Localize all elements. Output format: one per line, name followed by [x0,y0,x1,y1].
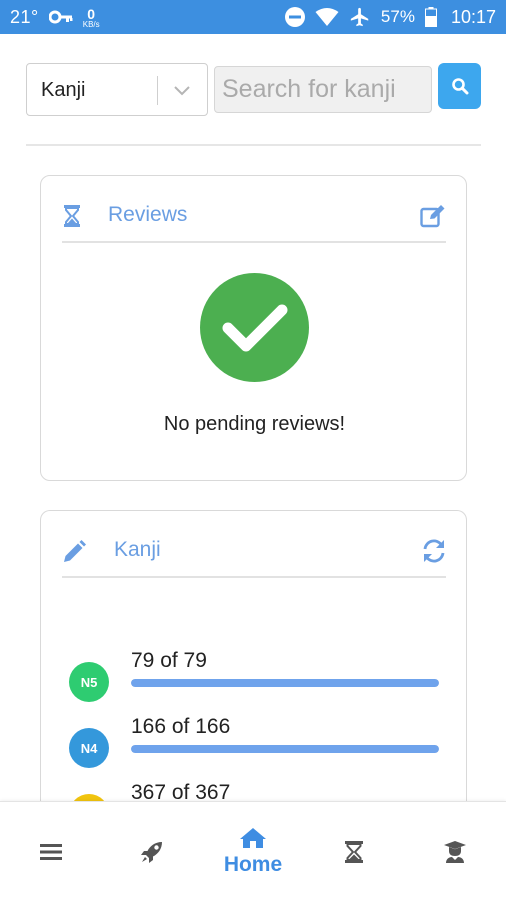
no-pending-reviews-text: No pending reviews! [163,413,346,435]
reviews-card-header: Reviews [62,176,446,243]
bottom-navigation: Home [0,801,506,900]
do-not-disturb-icon [284,7,305,27]
search-divider [26,144,481,146]
wifi-icon [315,8,339,26]
search-type-value: Kanji [41,79,86,101]
nav-reviews[interactable] [329,802,379,900]
menu-icon [40,843,62,860]
airplane-icon [350,7,369,27]
reviews-card-title: Reviews [108,203,188,226]
nav-home-label: Home [223,852,283,876]
level-progress-text: 79 of 79 [131,649,207,672]
level-progress-bar [131,745,439,753]
kanji-card-title: Kanji [114,538,161,561]
status-bar: 21° 0 KB/s 57% 10:17 [0,0,506,34]
temperature-text: 21° [10,6,39,27]
search-button[interactable] [438,63,481,109]
nav-menu[interactable] [26,802,76,900]
home-icon [240,827,266,848]
clock: 10:17 [450,6,496,27]
pencil-icon [64,540,86,562]
search-input[interactable] [214,66,432,113]
level-progress-bar [131,679,439,687]
rocket-icon [141,841,162,863]
battery-percent: 57% [380,7,415,26]
hourglass-icon [64,205,80,227]
nav-rocket[interactable] [127,802,177,900]
edit-icon[interactable] [420,204,446,228]
kanji-card: Kanji N5 79 of 79 N4 166 of 166 N3 367 o… [40,510,467,834]
key-icon [48,10,73,24]
select-separator [157,76,158,105]
level-row-n4[interactable]: N4 166 of 166 [69,715,439,778]
network-speed: 0 KB/s [82,5,100,29]
kanji-card-header: Kanji [62,511,446,578]
graduate-icon [444,840,466,863]
nav-profile[interactable] [430,802,480,900]
battery-icon [424,7,437,27]
reviews-card: Reviews No pending reviews! [40,175,467,481]
refresh-icon[interactable] [421,538,447,564]
success-check-icon [200,273,309,382]
nav-home[interactable]: Home [203,802,303,900]
level-progress-text: 166 of 166 [131,715,231,738]
hourglass-icon [345,840,363,863]
level-badge: N5 [69,662,109,702]
level-row-n5[interactable]: N5 79 of 79 [69,649,439,712]
chevron-down-icon[interactable] [172,82,192,98]
search-type-select[interactable]: Kanji [26,63,208,116]
level-badge: N4 [69,728,109,768]
search-icon [451,78,468,95]
